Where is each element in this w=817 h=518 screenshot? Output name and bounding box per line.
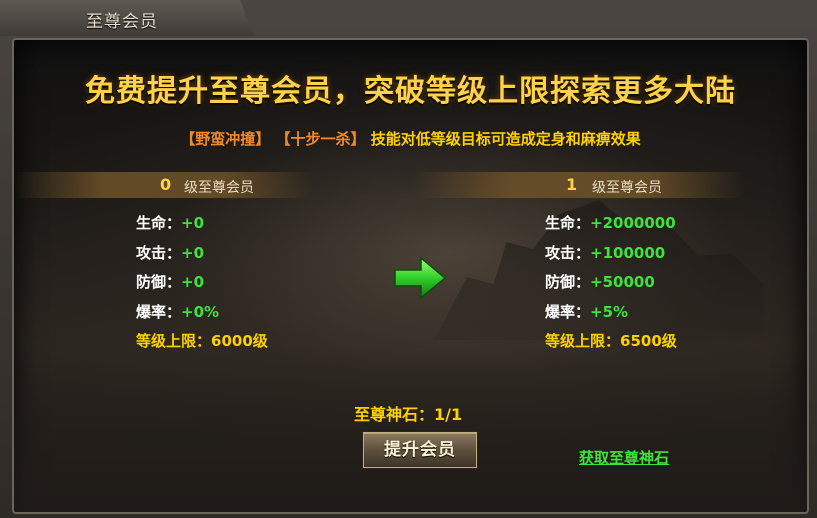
stat-row: 防御：+50000 (545, 271, 677, 301)
stat-row: 攻击：+100000 (545, 242, 677, 272)
window-frame: 至尊会员 免费提升至尊会员，突破等级上限探索更多大陆 【野蛮冲撞】 【十步一杀】… (0, 0, 817, 518)
stat-value: +0 (181, 214, 205, 232)
level-cap-row: 等级上限：6500级 (545, 330, 677, 360)
stat-value: +50000 (590, 273, 655, 291)
level-cap-value: 6500级 (620, 332, 677, 350)
stat-key: 防御： (545, 273, 591, 291)
stat-key: 爆率： (545, 302, 591, 321)
skill-description: 【野蛮冲撞】 【十步一杀】 技能对低等级目标可造成定身和麻痹效果 (14, 128, 807, 149)
stat-key: 生命： (136, 214, 182, 232)
current-level-number: 0 (160, 175, 172, 194)
next-level-number: 1 (566, 175, 578, 194)
next-level-bar: 1 级至尊会员 (414, 172, 744, 198)
stone-label: 至尊神石： (354, 405, 435, 424)
stat-key: 生命： (545, 214, 591, 232)
window-title: 至尊会员 (86, 12, 158, 32)
stat-key: 爆率： (136, 302, 182, 321)
current-level-label: 级至尊会员 (184, 180, 254, 196)
skill-name-2: 【十步一杀】 (275, 130, 366, 148)
get-supreme-stone-link[interactable]: 获取至尊神石 (579, 447, 669, 468)
stat-row: 防御：+0 (136, 271, 268, 301)
upgrade-vip-button[interactable]: 提升会员 (363, 432, 477, 468)
skill-name-1: 【野蛮冲撞】 (180, 130, 271, 148)
stat-key: 攻击： (136, 243, 182, 262)
level-cap-key: 等级上限： (545, 332, 621, 350)
next-level-label: 级至尊会员 (592, 180, 662, 196)
supreme-stone-count: 至尊神石：1/1 (354, 401, 462, 425)
stat-value: +0 (181, 243, 205, 262)
arrow-right-icon (394, 256, 447, 300)
stat-row: 生命：+2000000 (545, 212, 677, 242)
stat-value: +100000 (590, 243, 666, 262)
level-cap-value: 6000级 (211, 332, 268, 350)
stat-row: 爆率：+5% (545, 301, 677, 331)
stone-value: 1/1 (434, 405, 463, 424)
stat-value: +0 (181, 273, 205, 291)
stat-row: 爆率：+0% (136, 301, 268, 331)
stat-value: +0% (181, 302, 220, 321)
vip-panel: 免费提升至尊会员，突破等级上限探索更多大陆 【野蛮冲撞】 【十步一杀】 技能对低… (12, 38, 809, 514)
stat-row: 生命：+0 (136, 212, 268, 242)
window-title-tab: 至尊会员 (0, 0, 255, 36)
stat-value: +2000000 (590, 214, 676, 232)
next-stats: 生命：+2000000 攻击：+100000 防御：+50000 爆率：+5% … (545, 212, 677, 360)
headline: 免费提升至尊会员，突破等级上限探索更多大陆 (85, 74, 736, 109)
skill-effect-text: 技能对低等级目标可造成定身和麻痹效果 (370, 130, 641, 148)
stat-row: 攻击：+0 (136, 242, 268, 272)
level-cap-row: 等级上限：6000级 (136, 330, 268, 360)
level-cap-key: 等级上限： (136, 332, 212, 350)
current-level-bar: 0 级至尊会员 (14, 172, 314, 198)
stat-key: 防御： (136, 273, 182, 291)
current-stats: 生命：+0 攻击：+0 防御：+0 爆率：+0% 等级上限：6000级 (136, 212, 268, 360)
stat-key: 攻击： (545, 243, 591, 262)
stat-value: +5% (590, 302, 629, 321)
